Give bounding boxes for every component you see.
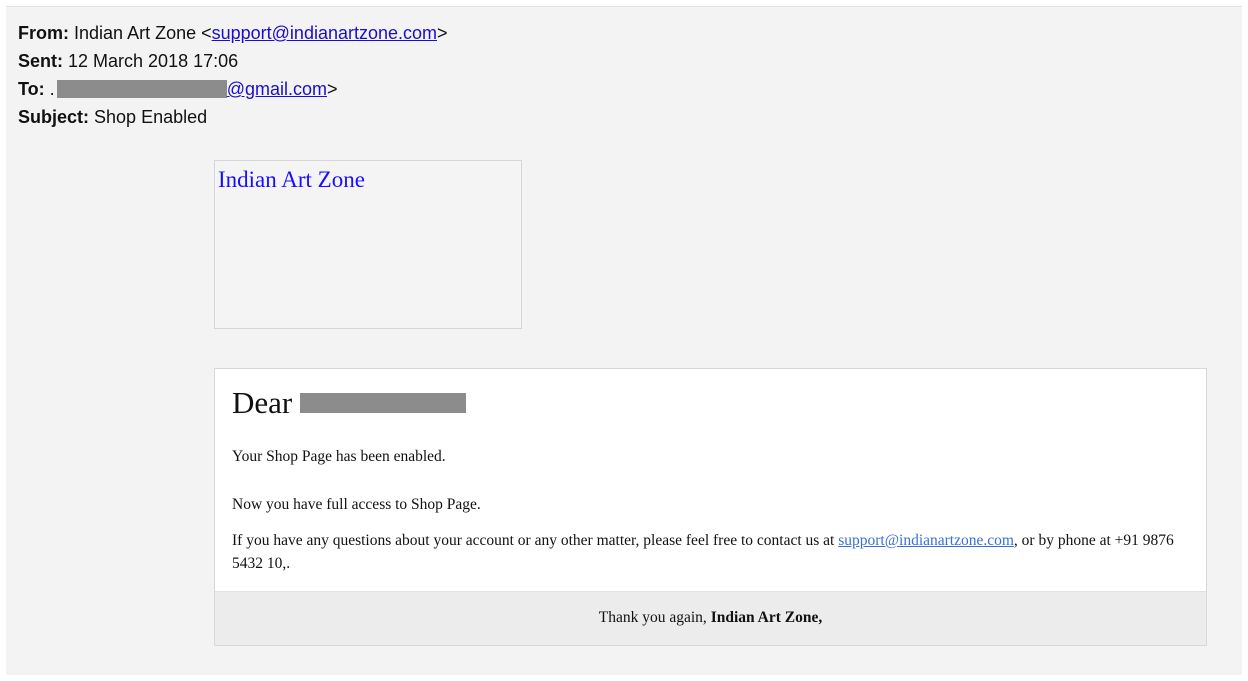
message-line-2: Now you have full access to Shop Page.	[232, 496, 481, 513]
sent-value: 12 March 2018 17:06	[68, 51, 239, 71]
logo-image-placeholder[interactable]: Indian Art Zone	[214, 160, 522, 329]
email-view: From: Indian Art Zone <support@indianart…	[6, 6, 1242, 675]
to-row: To: . @gmail.com>	[18, 79, 338, 99]
greeting-text: Dear	[232, 385, 293, 420]
message-line-1: Your Shop Page has been enabled.	[232, 448, 446, 465]
footer-thanks: Thank you again,	[598, 609, 711, 626]
from-row: From: Indian Art Zone <support@indianart…	[18, 23, 448, 43]
greeting: Dear	[232, 383, 467, 423]
subject-value: Shop Enabled	[94, 107, 208, 127]
email-body-card: Dear Your Shop Page has been enabled. No…	[214, 368, 1207, 646]
email-footer: Thank you again, Indian Art Zone,	[215, 591, 1206, 645]
from-email-link[interactable]: support@indianartzone.com	[212, 23, 437, 43]
redacted-recipient	[56, 79, 227, 98]
subject-label: Subject:	[18, 107, 90, 127]
to-label: To:	[18, 79, 45, 99]
email-headers: From: Indian Art Zone <support@indianart…	[18, 19, 448, 131]
to-prefix: .	[49, 79, 55, 99]
logo-alt-text: Indian Art Zone	[218, 167, 365, 192]
to-email-link[interactable]: @gmail.com	[227, 79, 327, 99]
from-name: Indian Art Zone	[74, 23, 197, 43]
footer-signature: Indian Art Zone,	[710, 609, 823, 626]
message-line-3: If you have any questions about your acc…	[232, 529, 1192, 575]
from-label: From:	[18, 23, 69, 43]
contact-text-before: If you have any questions about your acc…	[232, 532, 839, 549]
sent-label: Sent:	[18, 51, 63, 71]
support-email-link[interactable]: support@indianartzone.com	[838, 532, 1014, 549]
sent-row: Sent: 12 March 2018 17:06	[18, 47, 448, 75]
redacted-name	[300, 392, 467, 413]
subject-row: Subject: Shop Enabled	[18, 103, 448, 131]
